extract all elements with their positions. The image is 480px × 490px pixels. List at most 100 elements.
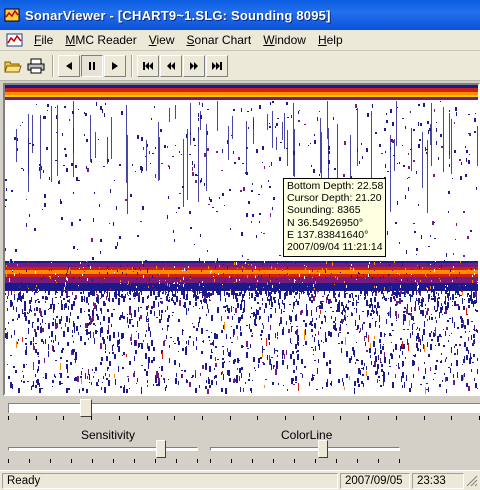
toolbar — [0, 51, 480, 81]
status-date: 2007/09/05 — [340, 473, 410, 489]
sounding-number: Sounding: 8365 — [287, 204, 361, 217]
slider-tick — [118, 416, 120, 420]
rewind-icon — [167, 61, 175, 70]
slider-tick — [229, 416, 231, 420]
menu-view-mnemonic: V — [148, 33, 157, 47]
status-time: 23:33 — [412, 473, 464, 489]
app-icon — [4, 7, 20, 23]
menu-help[interactable]: Help — [312, 33, 349, 47]
play-forward-icon — [112, 61, 118, 70]
slider-tick — [174, 416, 176, 420]
pause-icon — [89, 61, 95, 70]
resize-grip-icon[interactable] — [466, 475, 478, 487]
document-icon[interactable] — [6, 32, 24, 48]
position-slider-thumb[interactable] — [79, 399, 92, 417]
slider-tick — [395, 416, 397, 420]
slider-tick — [113, 459, 114, 463]
colorline-slider-track[interactable] — [210, 447, 400, 451]
toolbar-separator — [52, 54, 54, 77]
menu-window-mnemonic: W — [263, 33, 275, 47]
printer-icon — [27, 58, 45, 73]
sensitivity-slider-ticks — [8, 459, 198, 464]
slider-tick — [294, 459, 295, 463]
sonar-echogram[interactable] — [5, 85, 478, 394]
position-slider-track[interactable] — [8, 399, 480, 417]
slider-tick — [176, 459, 177, 463]
status-ready: Ready — [2, 473, 338, 489]
slider-tick — [340, 416, 342, 420]
slider-tick — [63, 416, 65, 420]
skip-start-icon — [143, 61, 153, 70]
slider-tick — [92, 459, 93, 463]
pause-button[interactable] — [81, 54, 103, 77]
slider-tick — [8, 416, 9, 420]
slider-tick — [423, 416, 425, 420]
menu-mmc-reader-mnemonic: M — [65, 33, 76, 47]
play-forward-button[interactable] — [104, 54, 126, 77]
window-title: SonarViewer - [CHART9~1.SLG: Sounding 80… — [25, 7, 331, 23]
fast-forward-button[interactable] — [183, 54, 205, 77]
slider-tick — [146, 416, 148, 420]
play-back-icon — [66, 61, 72, 70]
sensitivity-slider-track[interactable] — [8, 447, 198, 451]
slider-tick — [91, 416, 93, 420]
menu-mmc-reader-label: MC Reader — [75, 33, 137, 47]
bottom-depth: Bottom Depth: 22.58 — [287, 180, 384, 192]
open-folder-icon — [4, 61, 22, 72]
menu-view-label: iew — [156, 33, 175, 47]
cursor-depth: Cursor Depth: 21.20 — [287, 192, 382, 205]
slider-tick — [197, 459, 198, 463]
menu-file[interactable]: File — [28, 33, 59, 47]
slider-tick — [399, 459, 400, 463]
skip-end-icon — [212, 61, 222, 70]
slider-tick — [29, 459, 30, 463]
play-back-button[interactable] — [58, 54, 80, 77]
sensitivity-label: Sensitivity — [81, 428, 136, 442]
menu-sonar-chart-mnemonic: S — [186, 33, 195, 47]
slider-tick — [357, 459, 358, 463]
slider-tick — [257, 416, 259, 420]
menu-help-mnemonic: H — [317, 33, 327, 47]
menu-window[interactable]: Window — [257, 33, 312, 47]
slider-tick — [378, 459, 379, 463]
title-bar[interactable]: SonarViewer - [CHART9~1.SLG: Sounding 80… — [0, 0, 480, 30]
menu-file-label: ile — [41, 33, 54, 47]
menu-sonar-chart-label: onar Chart — [194, 33, 252, 47]
slider-tick — [201, 416, 203, 420]
slider-tick — [134, 459, 135, 463]
colorline-slider-ticks — [210, 459, 400, 464]
skip-end-button[interactable] — [206, 54, 228, 77]
menu-mmc-reader[interactable]: MMC Reader — [59, 33, 142, 47]
slider-tick — [285, 416, 287, 420]
sensitivity-slider-thumb[interactable] — [155, 440, 166, 458]
slider-tick — [71, 459, 72, 463]
slider-tick — [210, 459, 211, 463]
menu-sonar-chart[interactable]: Sonar Chart — [181, 33, 258, 47]
sounding-info-tooltip: Bottom Depth: 22.58 Cursor Depth: 21.20 … — [283, 178, 386, 257]
skip-start-button[interactable] — [137, 54, 159, 77]
sonar-chart[interactable] — [3, 83, 480, 396]
fast-forward-icon — [190, 61, 198, 70]
slider-tick — [252, 459, 253, 463]
latitude: N 36.54926950° — [287, 216, 364, 229]
menu-bar: File MMC Reader View Sonar Chart Window … — [0, 30, 480, 51]
slider-tick — [336, 459, 337, 463]
longitude: E 137.83841640° — [287, 228, 369, 241]
slider-tick — [273, 459, 274, 463]
datetime: 2007/09/04 11:21:14 — [287, 241, 383, 254]
menu-window-label: indow — [274, 33, 306, 47]
menu-help-label: elp — [326, 33, 343, 47]
open-button[interactable] — [2, 55, 24, 77]
colorline-slider-thumb[interactable] — [318, 440, 328, 458]
slider-tick — [231, 459, 232, 463]
slider-tick — [312, 416, 314, 420]
slider-tick — [451, 416, 453, 420]
menu-view[interactable]: View — [143, 33, 181, 47]
toolbar-separator — [131, 54, 133, 77]
slider-tick — [155, 459, 156, 463]
print-button[interactable] — [25, 55, 47, 77]
slider-tick — [315, 459, 316, 463]
rewind-button[interactable] — [160, 54, 182, 77]
slider-tick — [368, 416, 370, 420]
status-bar: Ready 2007/09/05 23:33 — [0, 470, 480, 490]
